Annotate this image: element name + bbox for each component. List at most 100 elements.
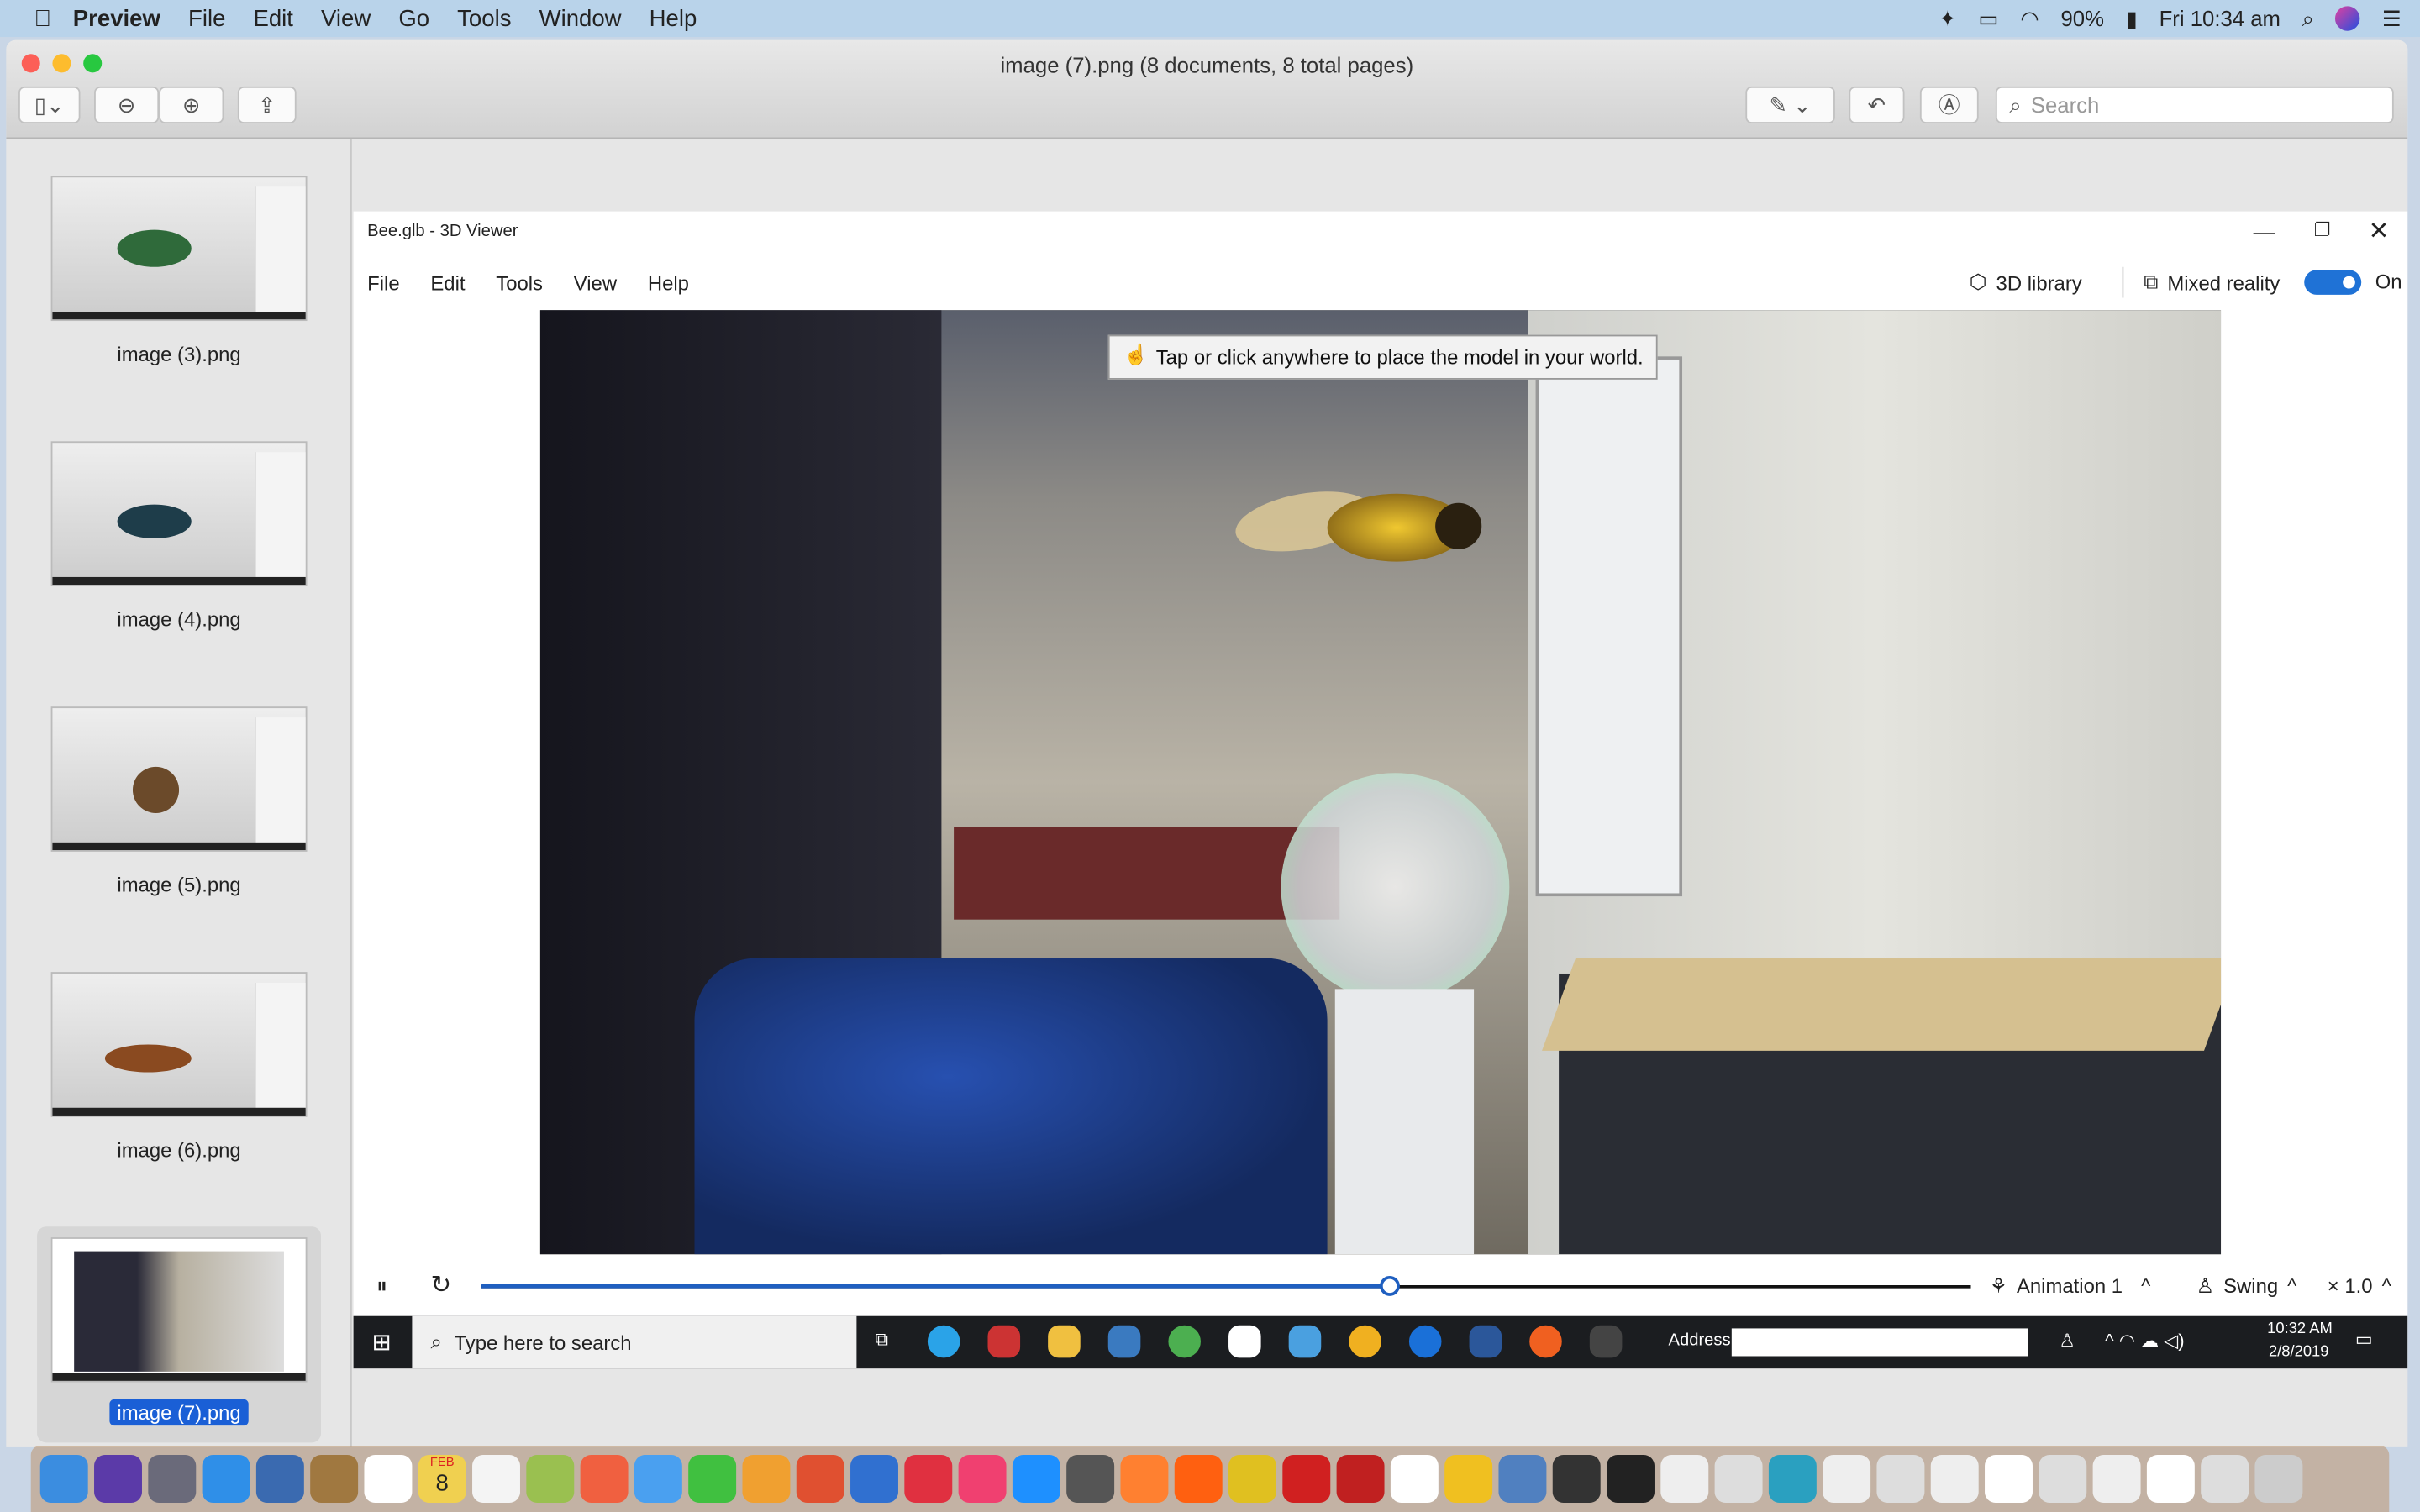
thumbnail[interactable]: [50, 706, 308, 852]
close-button[interactable]: ✕: [2369, 216, 2390, 247]
menu-file[interactable]: File: [367, 271, 399, 295]
tray-icons[interactable]: ^ ◠ ☁ ◁): [2105, 1330, 2184, 1352]
3d-viewer-icon[interactable]: [1589, 1325, 1623, 1358]
share-button[interactable]: ⇪: [237, 86, 297, 123]
battery-icon[interactable]: ▮: [2126, 5, 2138, 31]
calendar-dock-icon[interactable]: FEB 8: [418, 1455, 466, 1503]
dock-app-icon[interactable]: [1823, 1455, 1871, 1503]
dock-app-icon[interactable]: [1066, 1455, 1115, 1503]
dock-app-icon[interactable]: [1985, 1455, 2033, 1503]
menu-view[interactable]: View: [321, 5, 371, 31]
firefox-icon[interactable]: [1529, 1325, 1562, 1358]
menu-tools[interactable]: Tools: [496, 271, 543, 295]
dock-app-icon[interactable]: [526, 1455, 575, 1503]
rotate-button[interactable]: ↶: [1849, 86, 1905, 123]
pause-icon[interactable]: ⏸: [376, 1273, 387, 1299]
thumbnail-selected[interactable]: [50, 1237, 308, 1383]
thumbnail[interactable]: [50, 176, 308, 322]
dock-app-icon[interactable]: [1876, 1455, 1925, 1503]
notification-center-icon[interactable]: ☰: [2382, 5, 2402, 31]
thumbnail-label[interactable]: image (4).png: [6, 608, 351, 632]
bee-model[interactable]: [1230, 472, 1504, 596]
people-icon[interactable]: ♙: [2059, 1330, 2075, 1352]
minimize-button[interactable]: —: [2254, 219, 2275, 244]
task-view-icon[interactable]: ⧉: [875, 1328, 888, 1352]
dock-app-icon[interactable]: [742, 1455, 791, 1503]
taskbar-time[interactable]: 10:32 AM: [2267, 1320, 2333, 1337]
menu-help[interactable]: Help: [648, 271, 689, 295]
sidebar-toggle-button[interactable]: ▯⌄: [18, 86, 81, 123]
word-icon[interactable]: [1469, 1325, 1502, 1358]
dock-app-icon[interactable]: [1120, 1455, 1169, 1503]
thumbnail-label[interactable]: image (6).png: [6, 1139, 351, 1163]
thumbnail[interactable]: [50, 972, 308, 1117]
zoom-in-button[interactable]: ⊕: [159, 86, 224, 123]
siri-icon[interactable]: [2335, 6, 2361, 31]
dock-app-icon[interactable]: [202, 1455, 250, 1503]
dock-app-icon[interactable]: [1552, 1455, 1601, 1503]
airplay-icon[interactable]: ▭: [1978, 5, 1998, 31]
extension-icon[interactable]: ✦: [1939, 5, 1957, 31]
dock-app-icon[interactable]: [1660, 1455, 1709, 1503]
thumbnail-label[interactable]: image (3).png: [6, 343, 351, 366]
menu-go[interactable]: Go: [398, 5, 429, 31]
control-panel-icon[interactable]: [1288, 1325, 1322, 1358]
dock-app-icon[interactable]: [94, 1455, 142, 1503]
menu-help[interactable]: Help: [650, 5, 697, 31]
markup-pen-button[interactable]: ✎ ⌄: [1745, 86, 1835, 123]
dock-app-icon[interactable]: [1444, 1455, 1493, 1503]
menu-edit[interactable]: Edit: [430, 271, 465, 295]
thumbnail[interactable]: [50, 441, 308, 586]
taskbar-search[interactable]: ⌕ Type here to search: [412, 1315, 857, 1369]
dock-app-icon[interactable]: [1174, 1455, 1223, 1503]
file-explorer-icon[interactable]: [1048, 1325, 1081, 1358]
dock-app-icon[interactable]: [1336, 1455, 1385, 1503]
store-icon[interactable]: [1228, 1325, 1261, 1358]
address-input[interactable]: [1731, 1328, 2028, 1357]
chrome-icon[interactable]: [1168, 1325, 1201, 1358]
spotlight-icon[interactable]: ⌕: [2302, 5, 2314, 31]
menu-window[interactable]: Window: [539, 5, 622, 31]
mixed-reality-toggle[interactable]: [2304, 270, 2362, 295]
replay-icon[interactable]: ↻: [430, 1270, 451, 1301]
menu-edit[interactable]: Edit: [253, 5, 292, 31]
dock-app-icon[interactable]: [472, 1455, 520, 1503]
clock[interactable]: Fri 10:34 am: [2160, 6, 2281, 30]
menu-file[interactable]: File: [188, 5, 225, 31]
app-icon[interactable]: [1107, 1325, 1141, 1358]
dock-app-icon[interactable]: [850, 1455, 898, 1503]
norton-icon[interactable]: [1349, 1325, 1381, 1358]
mode-select[interactable]: ♙ Swing ^: [2196, 1274, 2297, 1299]
dock-app-icon[interactable]: [796, 1455, 844, 1503]
dock-app-icon[interactable]: [1768, 1455, 1817, 1503]
zoom-out-button[interactable]: ⊖: [94, 86, 160, 123]
menu-view[interactable]: View: [574, 271, 617, 295]
edge-icon[interactable]: [1408, 1325, 1442, 1358]
search-input[interactable]: ⌕ Search: [1995, 86, 2394, 123]
dock-app-icon[interactable]: [958, 1455, 1007, 1503]
speed-select[interactable]: × 1.0 ^: [2328, 1274, 2391, 1298]
dock-app-icon[interactable]: [1607, 1455, 1655, 1503]
markup-toolbar-button[interactable]: Ⓐ: [1919, 86, 1979, 123]
ie-icon[interactable]: [927, 1325, 960, 1358]
dock-app-icon[interactable]: [1228, 1455, 1276, 1503]
dock-app-icon[interactable]: [2039, 1455, 2087, 1503]
dock-app-icon[interactable]: [1714, 1455, 1763, 1503]
dock-app-icon[interactable]: [1282, 1455, 1331, 1503]
menu-tools[interactable]: Tools: [457, 5, 511, 31]
dock-app-icon[interactable]: [904, 1455, 953, 1503]
restore-button[interactable]: ❐: [2314, 219, 2331, 241]
dock-app-icon[interactable]: [580, 1455, 629, 1503]
dock-app-icon[interactable]: [2146, 1455, 2195, 1503]
dock-app-icon[interactable]: [255, 1455, 304, 1503]
dock-app-icon[interactable]: [688, 1455, 737, 1503]
taskbar-date[interactable]: 2/8/2019: [2269, 1344, 2329, 1361]
action-center-icon[interactable]: ▭: [2355, 1328, 2373, 1350]
dock-app-icon[interactable]: [310, 1455, 359, 1503]
camera-view[interactable]: ☝ Tap or click anywhere to place the mode…: [539, 310, 2222, 1255]
paint-icon[interactable]: [987, 1325, 1021, 1358]
dock-app-icon[interactable]: [1012, 1455, 1060, 1503]
wifi-icon[interactable]: ◠: [2020, 5, 2039, 31]
dock-app-icon[interactable]: [1930, 1455, 1979, 1503]
animation-select[interactable]: ⚘ Animation 1 ^: [1990, 1274, 2151, 1299]
